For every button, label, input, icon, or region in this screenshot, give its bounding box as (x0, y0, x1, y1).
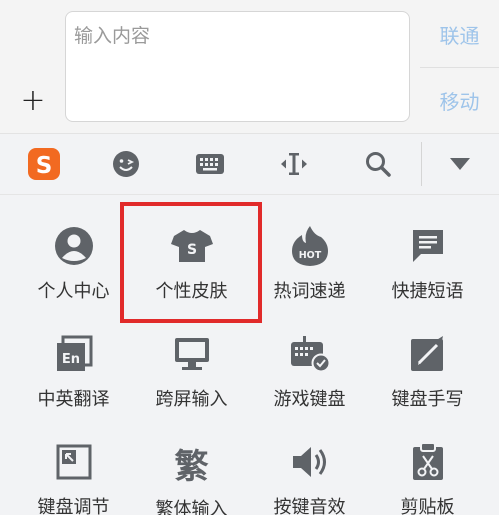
link-button[interactable]: 联通 (420, 20, 499, 49)
feature-handwriting[interactable]: 键盘手写 (368, 303, 487, 411)
move-button[interactable]: 移动 (420, 86, 499, 115)
handwrite-icon (406, 333, 450, 375)
feature-hot-words[interactable]: HOT 热词速递 (250, 195, 369, 303)
feature-keyboard-adjust[interactable]: 键盘调节 (14, 411, 133, 515)
input-area: + 输入内容 联通 移动 (0, 0, 499, 133)
clipboard-icon (406, 441, 450, 483)
svg-text:En: En (61, 352, 79, 367)
feature-grid: 个人中心 S 个性皮肤 HOT 热词速递 快捷短语 En 中英翻译 跨屏输入 游… (0, 195, 499, 515)
feature-key-sound[interactable]: 按键音效 (250, 411, 369, 515)
toolbar-divider (421, 142, 422, 186)
feature-translate[interactable]: En 中英翻译 (14, 303, 133, 411)
traditional-icon-char: 繁 (174, 446, 209, 487)
toolbar: S (0, 133, 499, 195)
svg-text:HOT: HOT (298, 250, 321, 261)
feature-clipboard[interactable]: 剪贴板 (368, 411, 487, 515)
keyboard-icon[interactable] (184, 134, 236, 194)
hot-flame-icon: HOT (288, 225, 332, 267)
feature-label: 跨屏输入 (155, 389, 228, 410)
feature-label: 个性皮肤 (155, 281, 228, 302)
game-keyboard-icon (288, 333, 332, 375)
feature-personal-skin[interactable]: S 个性皮肤 (132, 195, 251, 303)
feature-traditional[interactable]: 繁 繁体输入 (132, 411, 251, 515)
translate-icon: En (52, 333, 96, 375)
search-icon[interactable] (352, 134, 404, 194)
plus-button[interactable]: + (18, 86, 48, 116)
feature-label: 繁体输入 (155, 499, 228, 515)
resize-icon (52, 441, 96, 483)
feature-label: 键盘调节 (37, 497, 110, 515)
traditional-icon: 繁 (170, 441, 214, 487)
svg-text:S: S (186, 242, 196, 258)
feature-label: 个人中心 (37, 281, 110, 302)
user-icon (52, 225, 96, 267)
cursor-move-icon[interactable] (268, 134, 320, 194)
emoji-icon[interactable] (100, 134, 152, 194)
speaker-icon (288, 441, 332, 483)
feature-label: 按键音效 (273, 497, 346, 515)
text-input[interactable]: 输入内容 (65, 11, 410, 122)
feature-quick-phrases[interactable]: 快捷短语 (368, 195, 487, 303)
message-icon (406, 225, 450, 267)
feature-label: 中英翻译 (37, 389, 110, 410)
collapse-icon[interactable] (434, 134, 486, 194)
feature-label: 键盘手写 (391, 389, 464, 410)
feature-label: 热词速递 (273, 281, 346, 302)
feature-label: 快捷短语 (391, 281, 464, 302)
feature-user-center[interactable]: 个人中心 (14, 195, 133, 303)
feature-cross-screen[interactable]: 跨屏输入 (132, 303, 251, 411)
skin-shirt-icon: S (170, 225, 214, 267)
feature-label: 游戏键盘 (273, 389, 346, 410)
side-divider (420, 67, 499, 68)
feature-label: 剪贴板 (400, 497, 455, 515)
svg-text:S: S (36, 153, 53, 179)
monitor-icon (170, 333, 214, 375)
sogou-logo-icon[interactable]: S (18, 134, 70, 194)
feature-game-keyboard[interactable]: 游戏键盘 (250, 303, 369, 411)
